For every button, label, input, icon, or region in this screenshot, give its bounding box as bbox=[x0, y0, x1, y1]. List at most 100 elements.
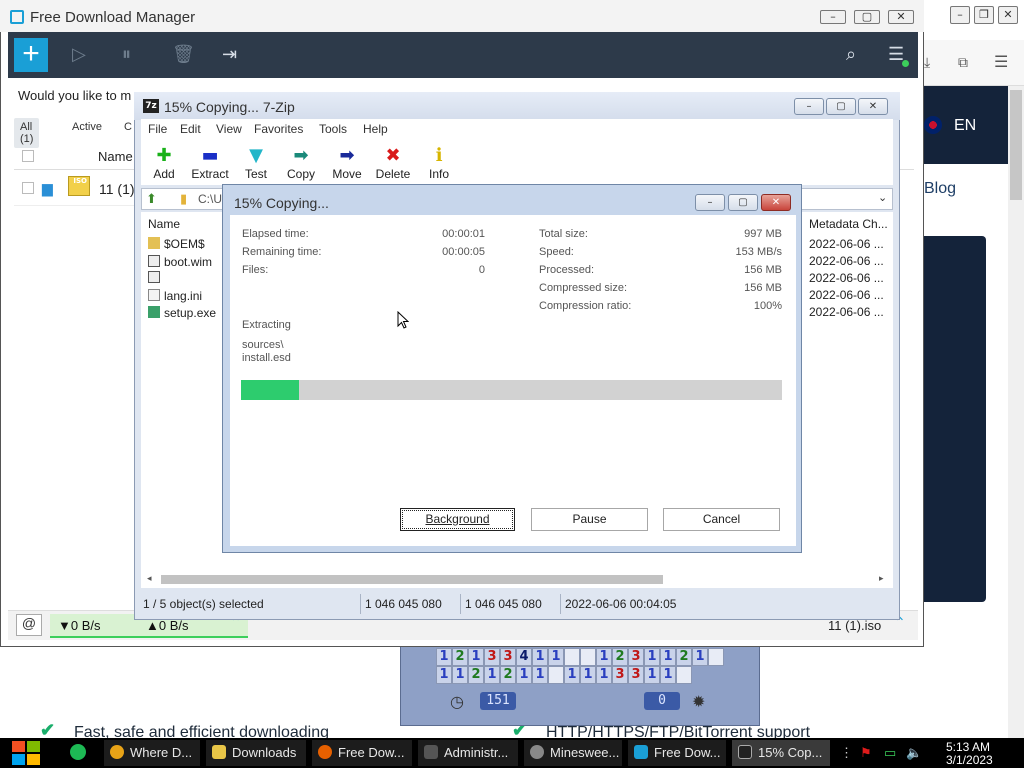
search-icon[interactable]: ⌕ bbox=[846, 44, 856, 65]
minesweeper-cell[interactable]: 3 bbox=[612, 666, 628, 684]
file-row[interactable]: boot.wim bbox=[148, 255, 212, 269]
minesweeper-cell[interactable]: 1 bbox=[564, 666, 580, 684]
minesweeper-cell[interactable]: 1 bbox=[548, 648, 564, 666]
browser-menu-icon[interactable]: ☰ bbox=[994, 52, 1008, 72]
scroll-left-icon[interactable]: ◂ bbox=[147, 573, 152, 584]
network-icon[interactable]: ▭ bbox=[884, 745, 896, 761]
scrollbar-thumb[interactable] bbox=[161, 575, 663, 584]
minesweeper-cell[interactable]: 1 bbox=[644, 666, 660, 684]
minesweeper-cell[interactable]: 2 bbox=[500, 666, 516, 684]
minesweeper-cell[interactable]: 1 bbox=[532, 666, 548, 684]
minesweeper-cell[interactable]: 1 bbox=[532, 648, 548, 666]
minesweeper-cell[interactable]: 1 bbox=[660, 648, 676, 666]
minesweeper-cell[interactable]: 1 bbox=[644, 648, 660, 666]
add-button[interactable]: ✚ Add bbox=[142, 145, 186, 181]
browser-scrollbar-thumb[interactable] bbox=[1010, 90, 1022, 200]
file-row[interactable] bbox=[148, 271, 164, 285]
minesweeper-cell[interactable]: 1 bbox=[660, 666, 676, 684]
overflow-icon[interactable]: ⋮ bbox=[840, 745, 853, 761]
add-download-button[interactable]: + bbox=[14, 38, 48, 72]
minesweeper-cell[interactable]: 3 bbox=[628, 648, 644, 666]
menu-view[interactable]: View bbox=[216, 122, 242, 136]
resume-icon[interactable]: ▷ bbox=[72, 44, 86, 65]
chevron-down-icon[interactable]: ⌄ bbox=[878, 191, 887, 204]
minesweeper-cell[interactable]: 1 bbox=[596, 666, 612, 684]
spotify-icon[interactable] bbox=[70, 744, 86, 760]
minesweeper-cell[interactable]: 1 bbox=[580, 666, 596, 684]
close-icon[interactable]: ✕ bbox=[761, 194, 791, 211]
select-all-checkbox[interactable] bbox=[22, 150, 34, 162]
extensions-icon[interactable]: ⧉ bbox=[958, 54, 968, 71]
restore-icon[interactable]: ▢ bbox=[854, 10, 880, 24]
minesweeper-cell[interactable]: 1 bbox=[468, 648, 484, 666]
file-row[interactable]: $OEM$ bbox=[148, 237, 205, 251]
minesweeper-cell[interactable]: 1 bbox=[436, 648, 452, 666]
pause-icon[interactable]: ⏸ bbox=[122, 44, 131, 65]
copy-button[interactable]: ➡ Copy bbox=[279, 145, 323, 181]
minimize-icon[interactable]: – bbox=[695, 194, 725, 211]
minesweeper-cell[interactable]: 1 bbox=[436, 666, 452, 684]
minesweeper-cell[interactable]: 2 bbox=[612, 648, 628, 666]
background-button[interactable]: Background bbox=[400, 508, 515, 531]
delete-button[interactable]: ✖ Delete bbox=[371, 145, 415, 181]
minesweeper-cell[interactable]: 1 bbox=[516, 666, 532, 684]
clock-time[interactable]: 5:13 AM bbox=[946, 740, 990, 754]
row-checkbox[interactable] bbox=[22, 182, 34, 194]
volume-icon[interactable]: 🔈 bbox=[906, 745, 922, 761]
minesweeper-cell[interactable]: 1 bbox=[484, 666, 500, 684]
minesweeper-cell[interactable]: 3 bbox=[500, 648, 516, 666]
clock-date[interactable]: 3/1/2023 bbox=[946, 753, 993, 767]
close-icon[interactable]: ✕ bbox=[888, 10, 914, 24]
minimize-icon[interactable]: – bbox=[820, 10, 846, 24]
restore-icon[interactable]: ❐ bbox=[974, 6, 994, 24]
minesweeper-cell[interactable]: 2 bbox=[452, 648, 468, 666]
minesweeper-cell[interactable]: 4 bbox=[516, 648, 532, 666]
scroll-right-icon[interactable]: ▸ bbox=[879, 573, 884, 584]
minesweeper-cell[interactable] bbox=[676, 666, 692, 684]
minesweeper-cell[interactable] bbox=[548, 666, 564, 684]
minesweeper-cell[interactable]: 2 bbox=[468, 666, 484, 684]
minimize-icon[interactable]: – bbox=[794, 98, 824, 115]
download-icon[interactable]: ⤓ bbox=[924, 54, 930, 71]
minesweeper-cell[interactable]: 3 bbox=[484, 648, 500, 666]
menu-favorites[interactable]: Favorites bbox=[254, 122, 303, 136]
menu-edit[interactable]: Edit bbox=[180, 122, 201, 136]
minimize-icon[interactable]: – bbox=[950, 6, 970, 24]
menu-file[interactable]: File bbox=[148, 122, 167, 136]
fdm-column-name[interactable]: Name bbox=[98, 149, 133, 164]
up-folder-icon[interactable]: ⬆ bbox=[146, 191, 157, 207]
restore-icon[interactable]: ▢ bbox=[826, 98, 856, 115]
column-name[interactable]: Name bbox=[148, 217, 180, 231]
info-button[interactable]: ℹ Info bbox=[417, 145, 461, 181]
file-row[interactable]: setup.exe bbox=[148, 306, 216, 320]
filter-active[interactable]: Active bbox=[66, 118, 108, 136]
close-icon[interactable]: ✕ bbox=[858, 98, 888, 115]
move-button[interactable]: ➡ Move bbox=[325, 145, 369, 181]
minesweeper-cell[interactable] bbox=[564, 648, 580, 666]
speed-limiter-icon[interactable]: @ bbox=[16, 614, 42, 636]
taskbar-item-terminal[interactable]: Administr... bbox=[418, 740, 518, 766]
pause-button[interactable]: Pause bbox=[531, 508, 648, 531]
taskbar-item-downloads[interactable]: Downloads bbox=[206, 740, 306, 766]
minesweeper-grid[interactable]: 12133411123112111212111113311 bbox=[436, 648, 724, 684]
menu-help[interactable]: Help bbox=[363, 122, 388, 136]
delete-icon[interactable]: 🗑 bbox=[172, 44, 195, 65]
extract-button[interactable]: ▬ Extract bbox=[188, 145, 232, 181]
minesweeper-cell[interactable]: 2 bbox=[676, 648, 692, 666]
minesweeper-cell[interactable] bbox=[708, 648, 724, 666]
language-selector[interactable]: EN bbox=[954, 117, 976, 135]
test-button[interactable]: ▼ Test bbox=[234, 145, 278, 181]
close-icon[interactable]: ✕ bbox=[998, 6, 1018, 24]
taskbar-item-sevenzip[interactable]: 15% Cop... bbox=[732, 740, 830, 766]
minesweeper-cell[interactable]: 3 bbox=[628, 666, 644, 684]
cancel-button[interactable]: Cancel bbox=[663, 508, 780, 531]
file-row[interactable]: lang.ini bbox=[148, 289, 202, 303]
minesweeper-cell[interactable]: 1 bbox=[692, 648, 708, 666]
flag-icon[interactable]: ⚑ bbox=[860, 745, 872, 761]
blog-link[interactable]: Blog bbox=[914, 166, 986, 212]
menu-tools[interactable]: Tools bbox=[319, 122, 347, 136]
windows-start-icon[interactable] bbox=[10, 739, 42, 767]
column-metadata[interactable]: Metadata Ch... bbox=[809, 217, 888, 231]
taskbar-item-fdm[interactable]: Free Dow... bbox=[628, 740, 726, 766]
taskbar-item-firefox[interactable]: Free Dow... bbox=[312, 740, 412, 766]
